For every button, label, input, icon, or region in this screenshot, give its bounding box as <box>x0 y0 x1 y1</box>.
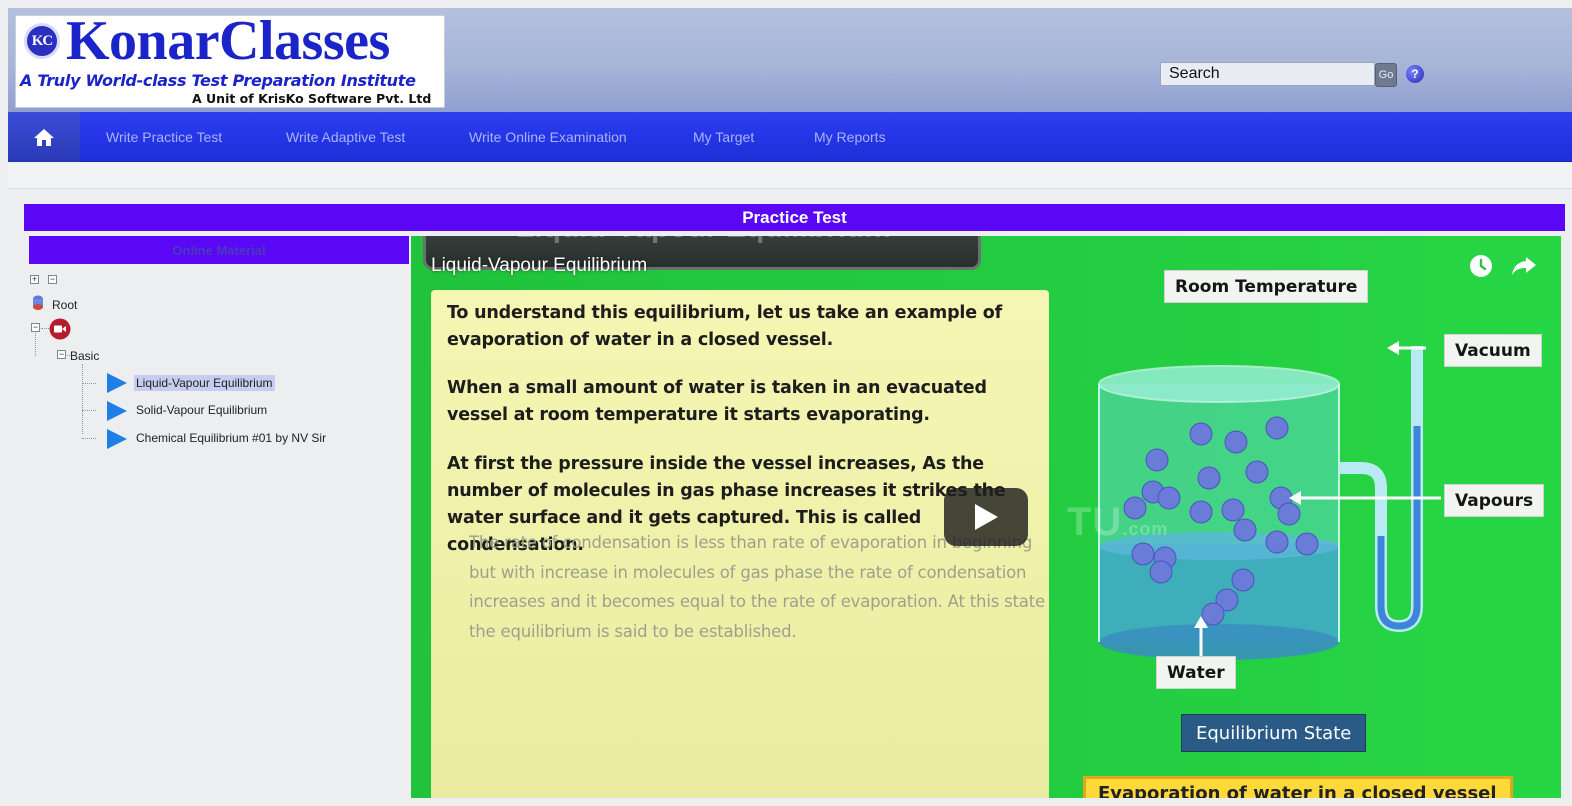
tree-item-solid-vapour[interactable]: Solid-Vapour Equilibrium <box>134 402 269 418</box>
caption-bar: Evaporation of water in a closed vessel <box>1083 776 1513 798</box>
video-play-icon <box>107 373 127 393</box>
equilibrium-state-label: Equilibrium State <box>1181 714 1367 752</box>
collapse-all-icon[interactable]: − <box>48 275 57 284</box>
home-icon <box>34 129 54 146</box>
header: KC KonarClasses A Truly World-class Test… <box>8 8 1572 112</box>
root-icon <box>33 295 43 310</box>
expand-all-icon[interactable]: + <box>30 275 39 284</box>
tree-node-collapse-icon[interactable]: − <box>31 323 40 332</box>
logo-tagline: A Truly World-class Test Preparation Ins… <box>20 71 416 90</box>
logo-unit: A Unit of KrisKo Software Pvt. Ltd <box>192 91 432 106</box>
video-title[interactable]: Liquid-Vapour Equilibrium <box>431 255 647 277</box>
online-material-header: Online Material <box>29 236 409 264</box>
play-icon <box>975 504 998 530</box>
logo[interactable]: KC KonarClasses A Truly World-class Test… <box>15 10 445 108</box>
logo-name: KonarClasses <box>66 10 390 72</box>
tree-item-chemical-equilibrium[interactable]: Chemical Equilibrium #01 by NV Sir <box>134 430 328 446</box>
search-input[interactable] <box>1160 62 1375 86</box>
watermark-text: TU <box>1067 500 1123 544</box>
logo-mark-icon: KC <box>24 23 60 59</box>
folder-collapse-icon[interactable]: − <box>57 350 66 359</box>
video-watermark: TU.com <box>1067 500 1168 545</box>
watch-later-icon[interactable] <box>1469 254 1493 278</box>
nav-my-reports[interactable]: My Reports <box>814 112 886 162</box>
vapours-label: Vapours <box>1444 484 1545 517</box>
page-title: Practice Test <box>24 204 1565 231</box>
video-play-icon <box>107 401 127 421</box>
play-button[interactable] <box>944 488 1028 546</box>
nav-write-adaptive-test[interactable]: Write Adaptive Test <box>286 112 405 162</box>
vacuum-label: Vacuum <box>1444 334 1542 367</box>
online-material-panel: Online Material + − Root − − Basic Liqui… <box>27 236 411 801</box>
video-play-icon <box>107 429 127 449</box>
tree-item-liquid-vapour[interactable]: Liquid-Vapour Equilibrium <box>134 375 275 391</box>
tree-root-label[interactable]: Root <box>52 298 77 312</box>
watermark-suffix: .com <box>1122 519 1169 539</box>
home-button[interactable] <box>8 112 80 162</box>
nav-write-practice-test[interactable]: Write Practice Test <box>106 112 222 162</box>
video-player[interactable]: Liquid-Vapour Equilibrium Liquid-Vapour … <box>411 236 1561 798</box>
main-nav: Write Practice Test Write Adaptive Test … <box>8 112 1572 162</box>
go-button[interactable]: Go <box>1375 63 1397 87</box>
sub-bar <box>8 163 1572 189</box>
water-label: Water <box>1156 656 1236 689</box>
nav-write-online-examination[interactable]: Write Online Examination <box>469 112 627 162</box>
nav-my-target[interactable]: My Target <box>693 112 754 162</box>
help-icon[interactable]: ? <box>1406 65 1424 83</box>
room-temperature-label: Room Temperature <box>1164 270 1369 303</box>
video-category-icon[interactable] <box>49 318 71 340</box>
video-banner-text: Liquid-Vapour Equilibrium <box>516 236 891 245</box>
paragraph-1: To understand this equilibrium, let us t… <box>447 303 1002 350</box>
share-icon[interactable] <box>1511 254 1537 278</box>
paragraph-2: When a small amount of water is taken in… <box>447 378 987 425</box>
tree-folder-basic[interactable]: Basic <box>70 349 99 363</box>
